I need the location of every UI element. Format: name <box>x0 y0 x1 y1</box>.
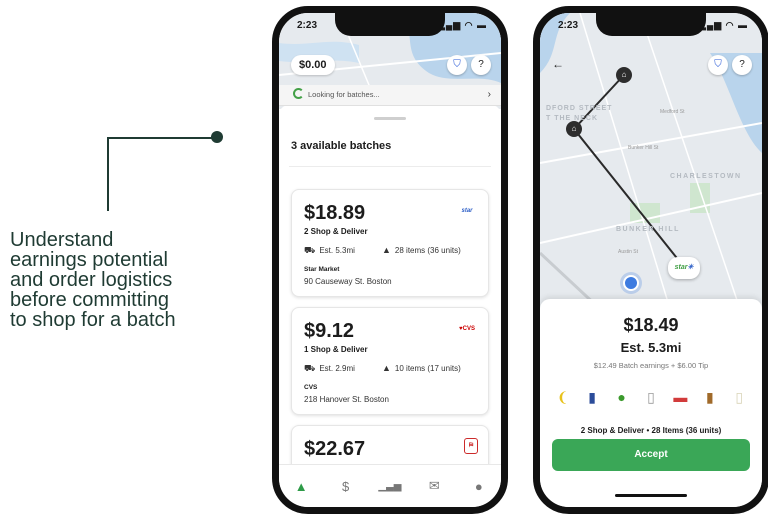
batch-summary: 2 Shop & Deliver • 28 Items (36 units) <box>580 426 722 435</box>
phone-batch-detail: 2:23 ▂▄▆ ◠ ▬ CHARLESTOWN BUNKER HILL DFO… <box>533 6 768 514</box>
batch-store: CVS <box>304 384 318 391</box>
connector-line-vertical <box>107 137 109 211</box>
cvs-logo: ♥CVS <box>459 326 475 332</box>
batch-card[interactable]: $9.12 1 Shop & Deliver ⛟ Est. 2.9mi ▲ 10 i… <box>291 307 489 415</box>
sheet-grabber[interactable] <box>374 117 406 120</box>
car-icon: ⛟ <box>304 245 316 255</box>
current-location-dot <box>623 275 639 291</box>
notch <box>335 13 445 36</box>
chevron-right-icon: › <box>487 89 491 100</box>
map-label: CHARLESTOWN <box>670 173 742 180</box>
earnings-pill[interactable]: $0.00 <box>291 55 335 75</box>
batch-items: ▲ 10 items (17 units) <box>382 363 461 373</box>
batch-type: 2 Shop & Deliver <box>304 227 368 236</box>
milk-bottle-icon: ▯ <box>647 388 655 405</box>
phone-batch-list: 2:23 ▂▄▆ ◠ ▬ $0.00 ⛉ ? Looking for batch… <box>272 6 508 514</box>
earnings-detail: $12.49 Batch earnings + $6.00 Tip <box>593 361 709 370</box>
bag-icon[interactable]: ▲ <box>286 479 316 494</box>
star-market-logo: star <box>461 208 473 214</box>
home-indicator <box>615 494 687 497</box>
map-label: DFORD STREET <box>546 105 613 112</box>
status-time: 2:23 <box>297 20 318 31</box>
pepper-icon: ● <box>617 389 626 405</box>
home-pin-icon[interactable]: ⌂ <box>566 121 582 137</box>
car-icon: ⛟ <box>304 363 316 373</box>
batch-address: 90 Causeway St. Boston <box>304 277 392 286</box>
shield-icon[interactable]: ⛉ <box>447 55 467 75</box>
looking-text: Looking for batches... <box>308 90 380 99</box>
street-label: Bunker Hill St <box>628 145 659 151</box>
tab-bar: ▲ $ ▁▃▅ ✉ ● <box>279 464 501 507</box>
help-icon[interactable]: ? <box>471 55 491 75</box>
batch-detail-panel: $18.49 Est. 5.3mi $12.49 Batch earnings … <box>540 299 762 507</box>
connector-line-horizontal <box>107 137 217 139</box>
dollar-icon[interactable]: $ <box>331 479 361 494</box>
map-label: BUNKER HILL <box>616 226 680 233</box>
back-arrow-icon[interactable]: ← <box>552 57 564 71</box>
home-pin-icon[interactable]: ⌂ <box>616 67 632 83</box>
store-logo: ⛿ <box>464 438 478 454</box>
bag-icon: ▲ <box>382 363 391 373</box>
status-time: 2:23 <box>558 20 579 31</box>
account-icon[interactable]: ● <box>464 479 494 494</box>
caption-line: before committing <box>10 289 169 311</box>
product-thumbnails: ❨ ▮ ● ▯ ▬ ▮ ▯ <box>548 384 754 410</box>
bottle-icon: ▮ <box>705 388 714 405</box>
batch-distance: ⛟ Est. 2.9mi <box>304 363 355 373</box>
batch-address: 218 Hanover St. Boston <box>304 395 389 404</box>
snack-pack-icon: ▬ <box>673 389 688 405</box>
caption-line: Understand <box>10 229 114 251</box>
store-pin[interactable]: star✳ <box>668 257 700 279</box>
batch-type: 1 Shop & Deliver <box>304 345 368 354</box>
spinner-icon <box>293 88 304 99</box>
caption-line: earnings potential <box>10 249 168 271</box>
batches-sheet: 3 available batches $18.89 2 Shop & Deli… <box>279 105 501 465</box>
batch-price: $18.49 <box>623 315 679 335</box>
shield-icon[interactable]: ⛉ <box>708 55 728 75</box>
street-label: Austin St <box>618 249 639 255</box>
batch-distance: ⛟ Est. 5.3mi <box>304 245 355 255</box>
connector-dot <box>211 131 223 143</box>
sheet-title: 3 available batches <box>291 140 392 152</box>
notch <box>596 13 706 36</box>
caption-line: to shop for a batch <box>10 309 176 331</box>
batch-store: Star Market <box>304 266 340 273</box>
caption-line: and order logistics <box>10 269 173 291</box>
looking-banner[interactable]: Looking for batches... › <box>279 85 501 106</box>
batch-price: $18.89 <box>304 202 366 224</box>
caption: Understand earnings potential and order … <box>10 230 250 330</box>
bag-icon: ▲ <box>382 245 391 255</box>
banana-icon: ❨ <box>556 388 569 405</box>
batch-price: $22.67 <box>304 438 366 460</box>
cereal-box-icon: ▮ <box>588 388 596 405</box>
help-icon[interactable]: ? <box>732 55 752 75</box>
batch-distance: Est. 5.3mi <box>620 340 682 355</box>
map-background: CHARLESTOWN BUNKER HILL DFORD STREET T T… <box>540 13 762 309</box>
earnings-value: $0.00 <box>299 59 327 71</box>
carton-icon: ▯ <box>735 388 744 405</box>
divider <box>289 166 491 167</box>
batch-card[interactable]: $18.89 2 Shop & Deliver ⛟ Est. 5.3mi ▲ 28 … <box>291 189 489 297</box>
status-icons: ▂▄▆ ◠ ▬ <box>437 20 487 30</box>
mail-icon[interactable]: ✉ <box>419 478 449 494</box>
status-icons: ▂▄▆ ◠ ▬ <box>698 20 748 30</box>
accept-button[interactable]: Accept <box>552 439 750 471</box>
batch-price: $9.12 <box>304 320 355 342</box>
batch-card[interactable]: $22.67 1 Shop & Deliver ⛿ <box>291 425 489 465</box>
batch-items: ▲ 28 items (36 units) <box>382 245 461 255</box>
chart-icon[interactable]: ▁▃▅ <box>375 481 405 492</box>
street-label: Medford St <box>660 109 685 115</box>
